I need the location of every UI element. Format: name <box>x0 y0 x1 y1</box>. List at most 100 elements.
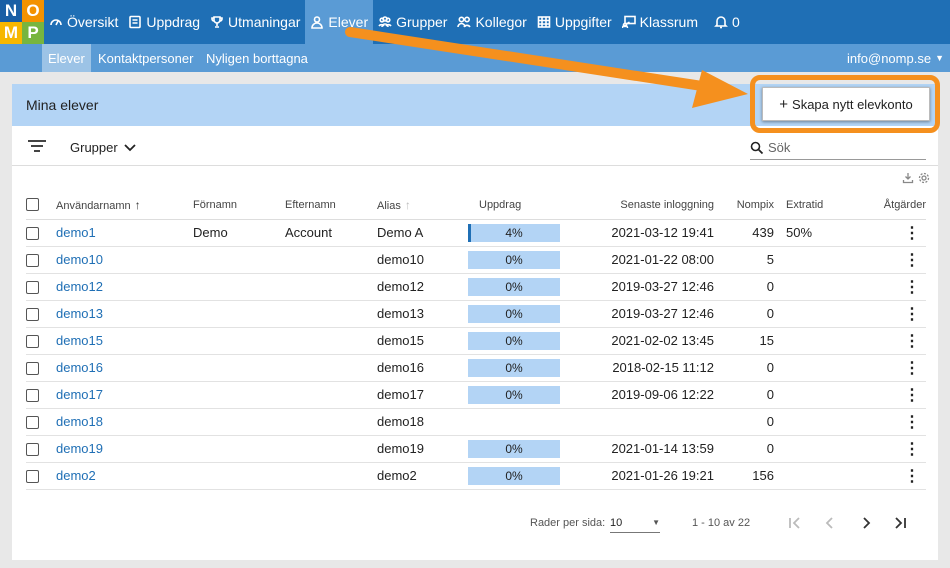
more-actions-icon[interactable]: ⋮ <box>904 414 920 431</box>
nav-label: Elever <box>328 14 369 30</box>
row-checkbox[interactable] <box>26 308 39 322</box>
column-alias[interactable]: Alias ↑ <box>377 191 468 220</box>
nompix-cell: 0 <box>766 414 774 429</box>
select-all-checkbox[interactable] <box>26 198 39 212</box>
panel-header: Mina elever + Skapa nytt elevkonto <box>12 75 940 133</box>
row-checkbox[interactable] <box>26 227 39 241</box>
row-checkbox[interactable] <box>26 362 39 376</box>
alias-cell: Demo A <box>377 225 424 240</box>
row-checkbox[interactable] <box>26 335 39 349</box>
notifications-button[interactable]: 0 <box>709 0 745 44</box>
username-link[interactable]: demo15 <box>56 333 103 348</box>
username-link[interactable]: demo2 <box>56 468 96 483</box>
nomp-logo[interactable]: N O M P <box>0 0 44 44</box>
column-lastname[interactable]: Efternamn <box>285 191 377 220</box>
username-link[interactable]: demo19 <box>56 441 103 456</box>
table-row: demo2 demo2 0% 2021-01-26 19:21 156 ⋮ <box>26 462 926 490</box>
more-actions-icon[interactable]: ⋮ <box>904 225 920 242</box>
progress-label: 0% <box>505 387 523 402</box>
row-checkbox[interactable] <box>26 470 39 484</box>
subnav-item-kontaktpersoner[interactable]: Kontaktpersoner <box>92 44 199 72</box>
nav-label: Kollegor <box>475 14 527 30</box>
row-checkbox[interactable] <box>26 254 39 268</box>
more-actions-icon[interactable]: ⋮ <box>904 333 920 350</box>
column-extra-time[interactable]: Extratid <box>786 191 852 220</box>
top-navigation: N O M P Översikt Uppdrag Utmaningar Elev… <box>0 0 950 44</box>
username-link[interactable]: demo13 <box>56 306 103 321</box>
sort-up-icon: ↑ <box>404 197 411 212</box>
first-page-icon <box>789 517 800 529</box>
next-page-button[interactable] <box>855 512 877 534</box>
last-login-cell: 2021-01-26 19:21 <box>611 468 714 483</box>
row-checkbox[interactable] <box>26 416 39 430</box>
nav-item-grupper[interactable]: Grupper <box>373 0 452 44</box>
progress-label: 0% <box>505 252 523 267</box>
caret-down-icon: ▼ <box>652 518 660 527</box>
alias-cell: demo10 <box>377 252 424 267</box>
username-link[interactable]: demo1 <box>56 225 96 240</box>
logo-letter-p: P <box>22 22 44 44</box>
nav-label: Uppdrag <box>146 14 201 30</box>
last-login-cell: 2019-03-27 12:46 <box>611 279 714 294</box>
column-username[interactable]: Användarnamn ↑ <box>56 191 193 220</box>
groups-icon <box>378 16 392 28</box>
table-row: demo17 demo17 0% 2019-09-06 12:22 0 ⋮ <box>26 381 926 409</box>
last-page-button[interactable] <box>889 512 911 534</box>
download-icon[interactable] <box>902 172 914 184</box>
table-row: demo16 demo16 0% 2018-02-15 11:12 0 ⋮ <box>26 354 926 382</box>
username-link[interactable]: demo12 <box>56 279 103 294</box>
chevron-left-icon <box>825 517 833 529</box>
filter-icon[interactable] <box>28 140 46 154</box>
subnav-item-nyligen-borttagna[interactable]: Nyligen borttagna <box>200 44 314 72</box>
first-page-button[interactable] <box>784 512 806 534</box>
progress-fill <box>468 223 471 242</box>
nav-item-oversikt[interactable]: Översikt <box>44 0 123 44</box>
table-row: demo15 demo15 0% 2021-02-02 13:45 15 ⋮ <box>26 327 926 355</box>
alias-cell: demo2 <box>377 468 417 483</box>
settings-icon[interactable] <box>918 172 930 184</box>
last-login-cell: 2021-03-12 19:41 <box>611 225 714 240</box>
user-menu[interactable]: info@nomp.se ▼ <box>847 44 944 72</box>
nav-item-uppgifter[interactable]: Uppgifter <box>532 0 617 44</box>
more-actions-icon[interactable]: ⋮ <box>904 252 920 269</box>
table-row: demo10 demo10 0% 2021-01-22 08:00 5 ⋮ <box>26 246 926 274</box>
username-link[interactable]: demo16 <box>56 360 103 375</box>
nav-item-klassrum[interactable]: Klassrum <box>617 0 703 44</box>
username-link[interactable]: demo17 <box>56 387 103 402</box>
previous-page-button[interactable] <box>819 512 841 534</box>
nav-label: Uppgifter <box>554 14 612 30</box>
nav-label: Översikt <box>67 14 119 30</box>
column-missions[interactable]: Uppdrag <box>468 191 598 220</box>
create-student-account-button[interactable]: + Skapa nytt elevkonto <box>762 87 930 121</box>
nompix-cell: 0 <box>766 441 774 456</box>
search-input[interactable] <box>768 140 918 155</box>
rows-per-page-select[interactable]: 10 ▼ <box>610 513 660 533</box>
nav-item-kollegor[interactable]: Kollegor <box>452 0 531 44</box>
more-actions-icon[interactable]: ⋮ <box>904 306 920 323</box>
nompix-cell: 156 <box>752 468 774 483</box>
progress-label: 4% <box>505 225 523 240</box>
search-field[interactable] <box>750 136 926 160</box>
column-nompix[interactable]: Nompix <box>722 191 786 220</box>
plus-icon: + <box>779 95 789 113</box>
row-checkbox[interactable] <box>26 389 39 403</box>
column-label: Alias <box>377 199 401 212</box>
more-actions-icon[interactable]: ⋮ <box>904 441 920 458</box>
column-last-login[interactable]: Senaste inloggning <box>598 191 722 220</box>
nav-item-elever[interactable]: Elever <box>305 0 374 44</box>
more-actions-icon[interactable]: ⋮ <box>904 387 920 404</box>
table-row: demo13 demo13 0% 2019-03-27 12:46 0 ⋮ <box>26 300 926 328</box>
more-actions-icon[interactable]: ⋮ <box>904 360 920 377</box>
column-firstname[interactable]: Förnamn <box>193 191 285 220</box>
username-link[interactable]: demo10 <box>56 252 103 267</box>
progress-bar: 0% <box>468 331 560 350</box>
more-actions-icon[interactable]: ⋮ <box>904 279 920 296</box>
more-actions-icon[interactable]: ⋮ <box>904 468 920 485</box>
nav-item-utmaningar[interactable]: Utmaningar <box>205 0 305 44</box>
groups-dropdown[interactable]: Grupper <box>70 140 136 155</box>
username-link[interactable]: demo18 <box>56 414 103 429</box>
subnav-item-elever[interactable]: Elever <box>42 44 91 72</box>
row-checkbox[interactable] <box>26 281 39 295</box>
row-checkbox[interactable] <box>26 443 39 457</box>
nav-item-uppdrag[interactable]: Uppdrag <box>123 0 205 44</box>
